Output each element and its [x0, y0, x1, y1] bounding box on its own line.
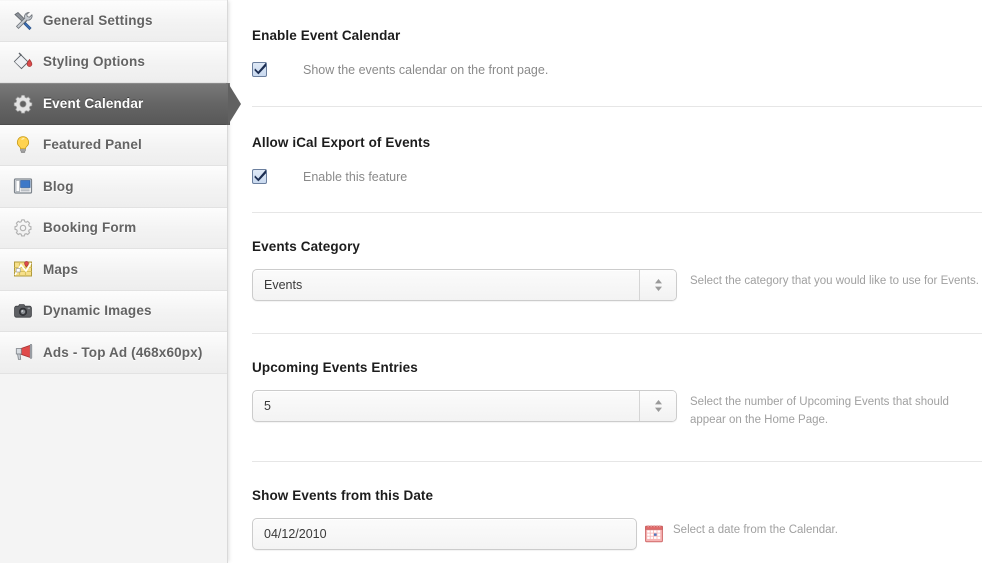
section-heading: Show Events from this Date — [252, 488, 434, 503]
sidebar-item-label: Event Calendar — [43, 96, 144, 112]
layout-icon — [12, 175, 34, 197]
sidebar-item-event-calendar[interactable]: Event Calendar — [0, 83, 241, 125]
map-icon — [12, 258, 34, 280]
sidebar-item-label: Booking Form — [43, 220, 137, 236]
sidebar-nav: General Settings Styling Options Event C… — [0, 0, 241, 563]
sidebar-item-label: Blog — [43, 178, 74, 194]
events-category-row: Events Select the category that you woul… — [252, 269, 982, 301]
sidebar-item-ads-top-ad[interactable]: Ads - Top Ad (468x60px) — [0, 332, 227, 374]
sidebar-item-label: Styling Options — [43, 54, 145, 70]
events-category-help: Select the category that you would like … — [690, 275, 979, 287]
sidebar-item-dynamic-images[interactable]: Dynamic Images — [0, 290, 227, 332]
sidebar-item-maps[interactable]: Maps — [0, 249, 227, 291]
sidebar-item-label: General Settings — [43, 13, 153, 29]
gear-icon — [12, 93, 34, 115]
section-heading: Allow iCal Export of Events — [252, 135, 431, 150]
section-show-events-date: Show Events from this Date 04/12/2010 Se… — [228, 462, 996, 550]
section-heading: Upcoming Events Entries — [252, 360, 418, 375]
show-events-date-input[interactable]: 04/12/2010 — [252, 518, 637, 550]
camera-icon — [12, 300, 34, 322]
section-events-category: Events Category Events Select the catego… — [228, 213, 996, 301]
settings-page: General Settings Styling Options Event C… — [0, 0, 996, 563]
section-heading: Enable Event Calendar — [252, 28, 401, 43]
sidebar-item-label: Dynamic Images — [43, 303, 152, 319]
upcoming-entries-value: 5 — [264, 399, 271, 413]
calendar-icon[interactable] — [645, 525, 663, 543]
ical-export-label: Enable this feature — [303, 169, 408, 184]
enable-calendar-label: Show the events calendar on the front pa… — [303, 62, 549, 77]
upcoming-entries-select[interactable]: 5 — [252, 390, 677, 422]
enable-calendar-row: Show the events calendar on the front pa… — [252, 62, 982, 77]
sidebar-item-featured-panel[interactable]: Featured Panel — [0, 124, 227, 166]
ical-export-checkbox[interactable] — [252, 169, 267, 184]
show-events-date-row: 04/12/2010 Select a date from the Calend… — [252, 518, 982, 550]
section-enable-event-calendar: Enable Event Calendar Show the events ca… — [228, 0, 996, 77]
sidebar-item-general-settings[interactable]: General Settings — [0, 0, 227, 42]
sidebar-item-label: Ads - Top Ad (468x60px) — [43, 344, 203, 360]
section-heading: Events Category — [252, 239, 361, 254]
show-events-date-value: 04/12/2010 — [264, 527, 327, 541]
sidebar-item-blog[interactable]: Blog — [0, 166, 227, 208]
show-events-date-help: Select a date from the Calendar. — [673, 524, 838, 536]
sidebar-item-label: Maps — [43, 261, 79, 277]
tools-icon — [12, 10, 34, 32]
section-ical-export: Allow iCal Export of Events Enable this … — [228, 107, 996, 184]
megaphone-icon — [12, 341, 34, 363]
paint-bucket-icon — [12, 51, 34, 73]
sidebar-item-styling-options[interactable]: Styling Options — [0, 41, 227, 83]
sidebar-item-booking-form[interactable]: Booking Form — [0, 207, 227, 249]
ical-export-row: Enable this feature — [252, 169, 982, 184]
sidebar-item-label: Featured Panel — [43, 137, 142, 153]
gear-outline-icon — [12, 217, 34, 239]
upcoming-entries-row: 5 Select the number of Upcoming Events t… — [252, 390, 982, 429]
lightbulb-icon — [12, 134, 34, 156]
upcoming-entries-stepper[interactable] — [639, 391, 676, 421]
events-category-select[interactable]: Events — [252, 269, 677, 301]
section-upcoming-entries: Upcoming Events Entries 5 Select the num… — [228, 334, 996, 429]
enable-calendar-checkbox[interactable] — [252, 62, 267, 77]
settings-content: Enable Event Calendar Show the events ca… — [228, 0, 996, 563]
events-category-value: Events — [264, 278, 303, 292]
events-category-stepper[interactable] — [639, 270, 676, 300]
upcoming-entries-help: Select the number of Upcoming Events tha… — [690, 396, 949, 426]
